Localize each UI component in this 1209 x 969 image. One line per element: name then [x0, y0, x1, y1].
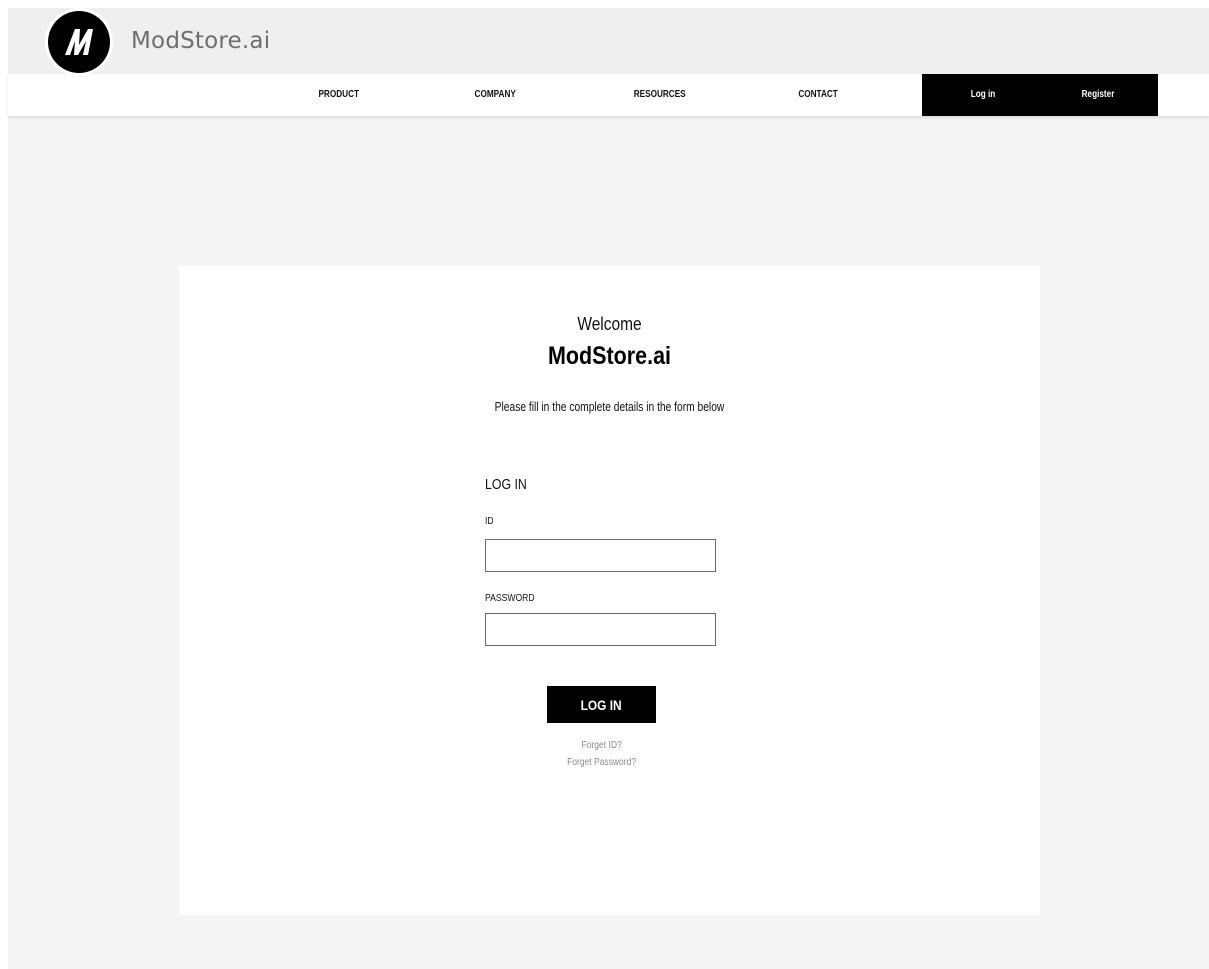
login-submit-label: LOG IN: [580, 696, 622, 713]
modstore-logo-icon[interactable]: [48, 11, 110, 73]
nav-item-company[interactable]: COMPANY: [475, 74, 516, 116]
forgot-password-link[interactable]: Forget Password?: [179, 757, 1025, 768]
nav-login-link[interactable]: Log in: [971, 74, 996, 116]
top-nav: PRODUCT COMPANY RESOURCES CONTACT Log in…: [8, 74, 1209, 116]
nav-register-link[interactable]: Register: [1082, 74, 1115, 116]
welcome-text: Welcome: [577, 314, 642, 334]
form-instructions: Please fill in the complete details in t…: [494, 400, 725, 414]
password-label: PASSWORD: [485, 592, 535, 604]
brand-bar: ModStore.ai: [8, 8, 1209, 74]
forgot-password-text: Forget Password?: [567, 757, 637, 768]
forgot-id-link[interactable]: Forget ID?: [179, 740, 1025, 751]
nav-item-resources[interactable]: RESOURCES: [634, 74, 686, 116]
nav-item-contact[interactable]: CONTACT: [798, 74, 837, 116]
forgot-id-text: Forget ID?: [581, 740, 623, 751]
login-submit-button[interactable]: LOG IN: [547, 686, 656, 723]
id-label: ID: [485, 515, 494, 527]
login-heading: LOG IN: [485, 477, 527, 493]
auth-nav: Log in Register: [922, 74, 1158, 116]
id-input[interactable]: [485, 539, 716, 572]
login-card: Welcome ModStore.ai Please fill in the c…: [179, 266, 1040, 915]
password-input[interactable]: [485, 613, 716, 646]
nav-item-product[interactable]: PRODUCT: [318, 74, 359, 116]
page-frame: ModStore.ai PRODUCT COMPANY RESOURCES CO…: [8, 8, 1209, 969]
brand-name: ModStore.ai: [131, 28, 271, 54]
card-title: ModStore.ai: [547, 342, 672, 370]
